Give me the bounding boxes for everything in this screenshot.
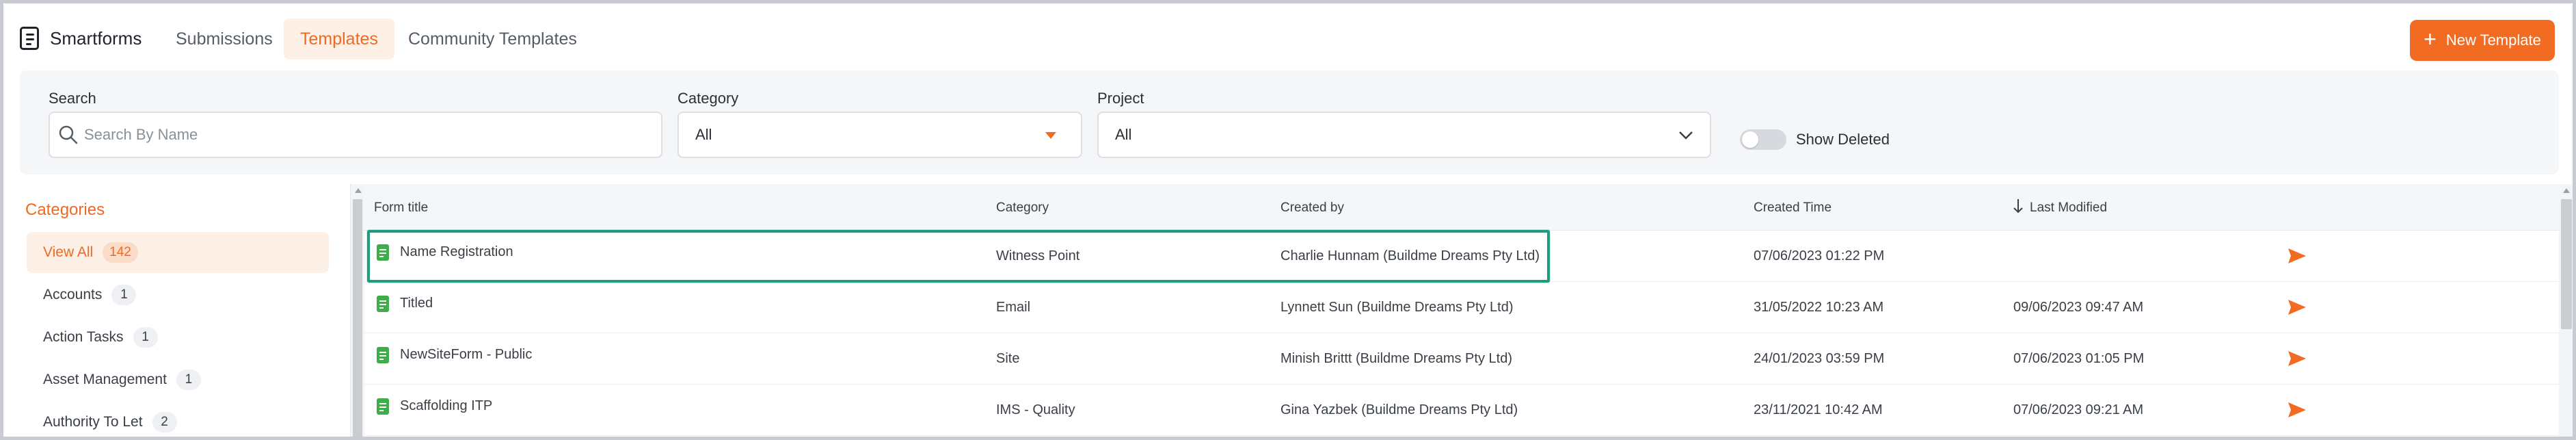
col-last-modified-label: Last Modified (2030, 200, 2108, 215)
app-window: Smartforms Submissions Templates Communi… (0, 0, 2576, 440)
sidebar-item-action-tasks[interactable]: Action Tasks 1 (27, 317, 329, 358)
sidebar-item-label: Accounts (43, 287, 103, 302)
show-deleted-label: Show Deleted (1796, 131, 1890, 148)
row-created-time: 31/05/2022 10:23 AM (1754, 300, 1884, 315)
table-row[interactable]: Name Registration Witness Point Charlie … (364, 231, 2559, 282)
col-created-time[interactable]: Created Time (1754, 200, 1832, 216)
templates-table: Form title Category Created by Created T… (364, 184, 2559, 437)
row-created-time: 23/11/2021 10:42 AM (1754, 402, 1883, 417)
send-icon[interactable] (2288, 351, 2306, 366)
col-last-modified[interactable]: Last Modified (2013, 199, 2108, 216)
send-icon[interactable] (2288, 402, 2306, 417)
sidebar-scrollbar[interactable] (351, 184, 364, 437)
row-created-by: Charlie Hunnam (Buildme Dreams Pty Ltd) (1280, 248, 1540, 263)
category-value: All (695, 126, 712, 143)
form-icon (377, 347, 389, 363)
sidebar-item-label: Asset Management (43, 372, 167, 387)
count-badge: 142 (103, 242, 138, 263)
form-icon (377, 296, 389, 312)
col-category[interactable]: Category (996, 200, 1049, 216)
brand[interactable]: Smartforms (20, 27, 142, 50)
row-last-modified: 07/06/2023 01:05 PM (2013, 351, 2145, 366)
search-placeholder: Search By Name (84, 126, 198, 143)
row-last-modified: 07/06/2023 09:21 AM (2013, 402, 2144, 417)
categories-title: Categories (25, 200, 105, 219)
new-template-button[interactable]: + New Template (2410, 20, 2555, 61)
row-category: Site (996, 351, 1020, 366)
row-title[interactable]: Scaffolding ITP (400, 398, 492, 414)
row-category: Email (996, 300, 1031, 315)
new-template-label: New Template (2445, 31, 2541, 49)
row-created-by: Minish Brittt (Buildme Dreams Pty Ltd) (1280, 351, 1512, 366)
sidebar-item-accounts[interactable]: Accounts 1 (27, 274, 329, 315)
search-icon (59, 125, 78, 144)
sidebar-item-label: View All (43, 244, 94, 260)
row-category: Witness Point (996, 248, 1080, 263)
table-header: Form title Category Created by Created T… (364, 184, 2559, 231)
project-value: All (1115, 126, 1132, 143)
row-created-by: Gina Yazbek (Buildme Dreams Pty Ltd) (1280, 402, 1518, 417)
row-created-time: 07/06/2023 01:22 PM (1754, 248, 1885, 263)
app-name: Smartforms (50, 27, 142, 49)
row-last-modified: 09/06/2023 09:47 AM (2013, 300, 2144, 315)
table-row[interactable]: NewSiteForm - Public Site Minish Brittt … (364, 333, 2559, 385)
tab-templates[interactable]: Templates (284, 18, 394, 60)
sidebar-item-label: Action Tasks (43, 329, 124, 345)
smartforms-logo-icon (20, 27, 39, 50)
filter-panel: Search Search By Name Category All Proje… (20, 70, 2559, 174)
categories-sidebar: Categories View All 142 Accounts 1 Actio… (3, 184, 351, 437)
row-category: IMS - Quality (996, 402, 1075, 417)
row-created-time: 24/01/2023 03:59 PM (1754, 351, 1885, 366)
sidebar-item-authority-to-let[interactable]: Authority To Let 2 (27, 402, 329, 437)
form-icon (377, 244, 389, 261)
project-label: Project (1097, 90, 1144, 107)
scroll-thumb[interactable] (353, 199, 362, 437)
category-select[interactable]: All (677, 112, 1082, 158)
sort-arrow-down-icon (2013, 199, 2023, 213)
row-title[interactable]: Name Registration (400, 244, 513, 260)
scroll-thumb[interactable] (2561, 199, 2572, 329)
col-form-title[interactable]: Form title (374, 200, 428, 216)
count-badge: 1 (133, 327, 158, 348)
row-created-by: Lynnett Sun (Buildme Dreams Pty Ltd) (1280, 300, 1514, 315)
show-deleted-toggle[interactable] (1740, 129, 1786, 150)
search-label: Search (49, 90, 96, 107)
scroll-up-arrow-icon[interactable] (355, 188, 362, 193)
count-badge: 2 (152, 412, 177, 432)
plus-icon: + (2424, 27, 2437, 51)
count-badge: 1 (111, 285, 137, 305)
project-select[interactable]: All (1097, 112, 1711, 158)
form-icon (377, 398, 389, 415)
sidebar-item-view-all[interactable]: View All 142 (27, 232, 329, 273)
sidebar-item-label: Authority To Let (43, 414, 143, 430)
search-input[interactable]: Search By Name (49, 112, 662, 158)
chevron-down-icon (1679, 131, 1693, 140)
caret-down-icon (1045, 132, 1056, 139)
table-row[interactable]: Scaffolding ITP IMS - Quality Gina Yazbe… (364, 385, 2559, 436)
row-title[interactable]: Titled (400, 296, 433, 311)
tab-community-templates[interactable]: Community Templates (392, 18, 593, 60)
category-label: Category (677, 90, 739, 107)
col-created-by[interactable]: Created by (1280, 200, 1344, 216)
table-row[interactable]: Titled Email Lynnett Sun (Buildme Dreams… (364, 282, 2559, 333)
send-icon[interactable] (2288, 300, 2306, 315)
send-icon[interactable] (2288, 248, 2306, 263)
sidebar-item-asset-management[interactable]: Asset Management 1 (27, 359, 329, 400)
row-title[interactable]: NewSiteForm - Public (400, 347, 532, 363)
scroll-up-arrow-icon[interactable] (2563, 188, 2570, 193)
top-nav: Smartforms Submissions Templates Communi… (3, 3, 2573, 70)
table-scrollbar[interactable] (2559, 184, 2573, 437)
count-badge: 1 (176, 370, 201, 390)
tab-submissions[interactable]: Submissions (159, 18, 289, 60)
